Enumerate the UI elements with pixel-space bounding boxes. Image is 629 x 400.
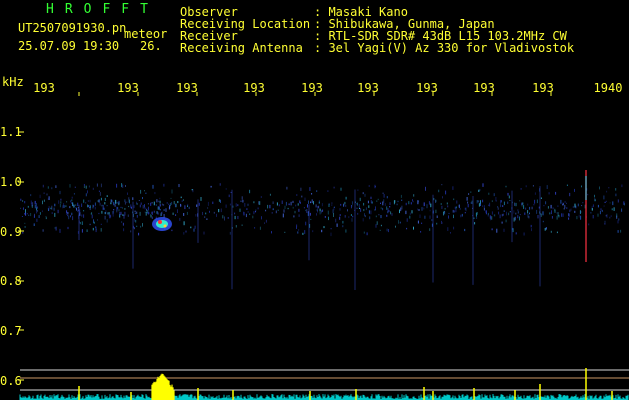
noise-band — [20, 183, 625, 290]
spectrogram-plot — [18, 92, 629, 400]
power-trace — [19, 368, 629, 400]
meteor-echo — [152, 217, 172, 231]
